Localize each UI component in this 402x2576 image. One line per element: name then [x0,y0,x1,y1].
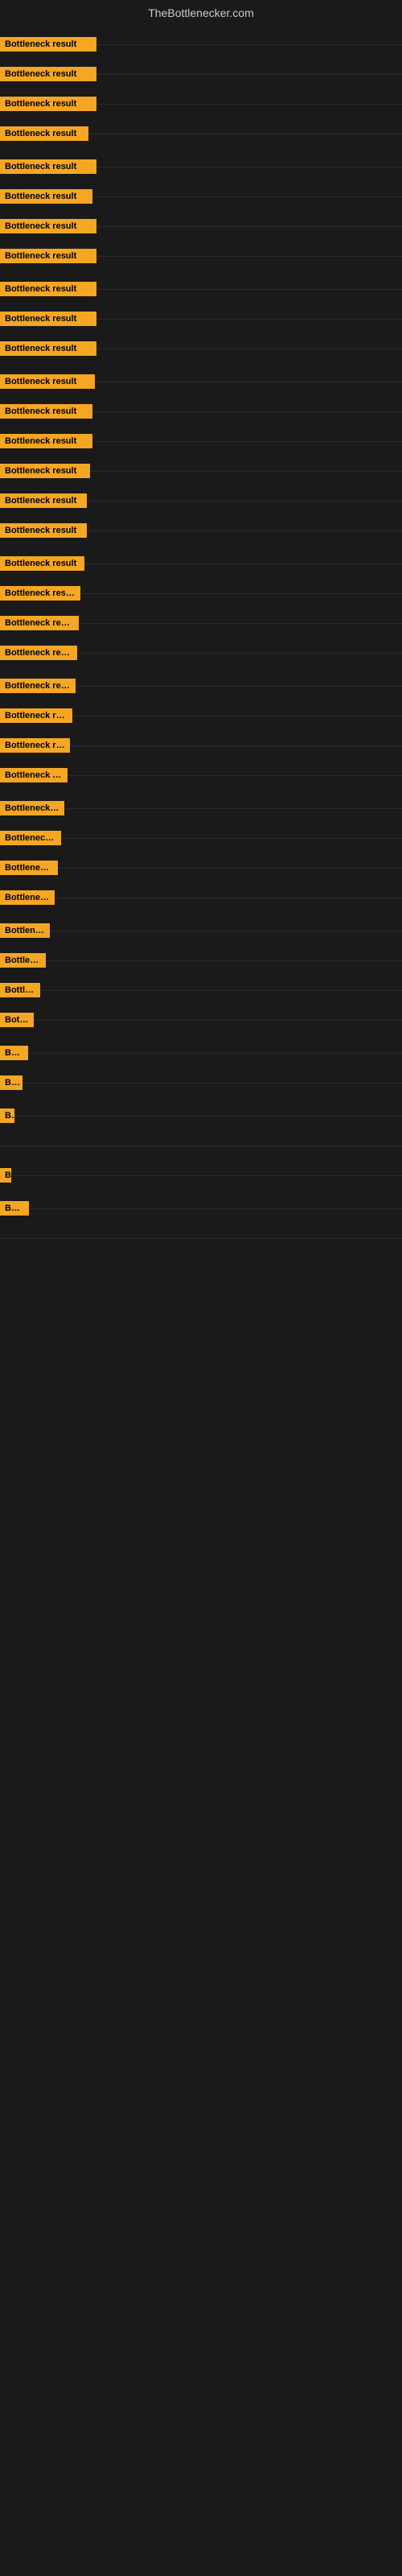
bar-item: Bottleneck result [0,738,402,753]
bar-item: Bottleneck result [0,556,402,571]
bar-item: Bottleneck result [0,97,402,111]
bar-item: Bottleneck result [0,1046,402,1060]
chart-area: Bottleneck result Bottleneck result Bottle… [0,23,402,2518]
bottleneck-result-label: Bottleneck result [0,616,79,630]
bottleneck-result-label: Bottleneck result [0,434,92,448]
bar-item: Bottleneck result [0,159,402,174]
bar-item: Bottleneck result [0,1013,402,1027]
bar-item: B [0,1168,402,1183]
bottleneck-result-label: B [0,1168,11,1183]
bottleneck-result-label: Bottleneck result [0,586,80,601]
bottleneck-result-label: Bottleneck result [0,249,96,263]
bar-item: Bottleneck result [0,616,402,630]
bottleneck-result-label: Bottleneck result [0,738,70,753]
bar-item: Bottleneck result [0,801,402,815]
bottleneck-result-label: Bottleneck result [0,679,76,693]
bar-item: Bottleneck result [0,464,402,478]
bottleneck-result-label: Bottleneck result [0,464,90,478]
bar-item: Bottleneck result [0,679,402,693]
bar-item: Bottleneck result [0,768,402,782]
bottleneck-result-label: Bottleneck result [0,861,58,875]
bar-item: Bottleneck result [0,493,402,508]
bar-item: Bottleneck result [0,708,402,723]
bottleneck-result-label: Bottleneck result [0,801,64,815]
bottleneck-result-label: Bottleneck result [0,1108,14,1123]
bottleneck-result-label: Bottleneck result [0,312,96,326]
bottleneck-result-label: Bottleneck result [0,282,96,296]
bar-item: Bottleneck result [0,189,402,204]
bar-item: Bottleneck result [0,126,402,141]
bar-item: Bottleneck result [0,434,402,448]
bar-item: Bottleneck result [0,890,402,905]
bar-item: Bottleneck result [0,37,402,52]
bar-item: Bottleneck result [0,67,402,81]
bottleneck-result-label: Bottleneck result [0,556,84,571]
bar-item: Bottleneck result [0,1075,402,1090]
bottleneck-result-label: Bottleneck result [0,97,96,111]
bottleneck-result-label: Bottleneck result [0,126,88,141]
bar-item: Bottleneck result [0,586,402,601]
bar-item: Bottleneck result [0,861,402,875]
bar-item: Bottle [0,1201,402,1216]
bar-item: Bottleneck result [0,404,402,419]
bottleneck-result-label: Bottleneck result [0,646,77,660]
bar-item: Bottleneck result [0,831,402,845]
bar-item: Bottleneck result [0,523,402,538]
bottleneck-result-label: Bottleneck result [0,219,96,233]
bottleneck-result-label: Bottleneck result [0,67,96,81]
bottleneck-result-label: Bottleneck result [0,708,72,723]
bar-item: Bottleneck result [0,312,402,326]
bar-item: Bottleneck result [0,374,402,389]
bottleneck-result-label: Bottleneck result [0,374,95,389]
site-title: TheBottlenecker.com [0,0,402,23]
bottleneck-result-label: Bottleneck result [0,159,96,174]
bar-item: Bottleneck result [0,341,402,356]
bar-item: Bottleneck result [0,646,402,660]
bottleneck-result-label: Bottleneck result [0,404,92,419]
bar-item: Bottleneck result [0,249,402,263]
bottleneck-result-label: Bottleneck result [0,768,68,782]
bottleneck-result-label: Bottleneck result [0,983,40,997]
bottleneck-result-label: Bottleneck result [0,831,61,845]
bottleneck-result-label: Bottleneck result [0,523,87,538]
bottleneck-result-label: Bottleneck result [0,923,50,938]
bottleneck-result-label: Bottleneck result [0,189,92,204]
bottleneck-result-label: Bottleneck result [0,953,46,968]
bottleneck-result-label: Bottle [0,1201,29,1216]
bottleneck-result-label: Bottleneck result [0,1075,23,1090]
bottleneck-result-label: Bottleneck result [0,1046,28,1060]
bar-item: Bottleneck result [0,983,402,997]
bottleneck-result-label: Bottleneck result [0,890,55,905]
bottleneck-result-label: Bottleneck result [0,1013,34,1027]
bar-item: Bottleneck result [0,1108,402,1123]
bar-item: Bottleneck result [0,219,402,233]
bottleneck-result-label: Bottleneck result [0,37,96,52]
bar-item: Bottleneck result [0,953,402,968]
bottleneck-result-label: Bottleneck result [0,493,87,508]
bottleneck-result-label: Bottleneck result [0,341,96,356]
bar-item: Bottleneck result [0,282,402,296]
bar-item: Bottleneck result [0,923,402,938]
